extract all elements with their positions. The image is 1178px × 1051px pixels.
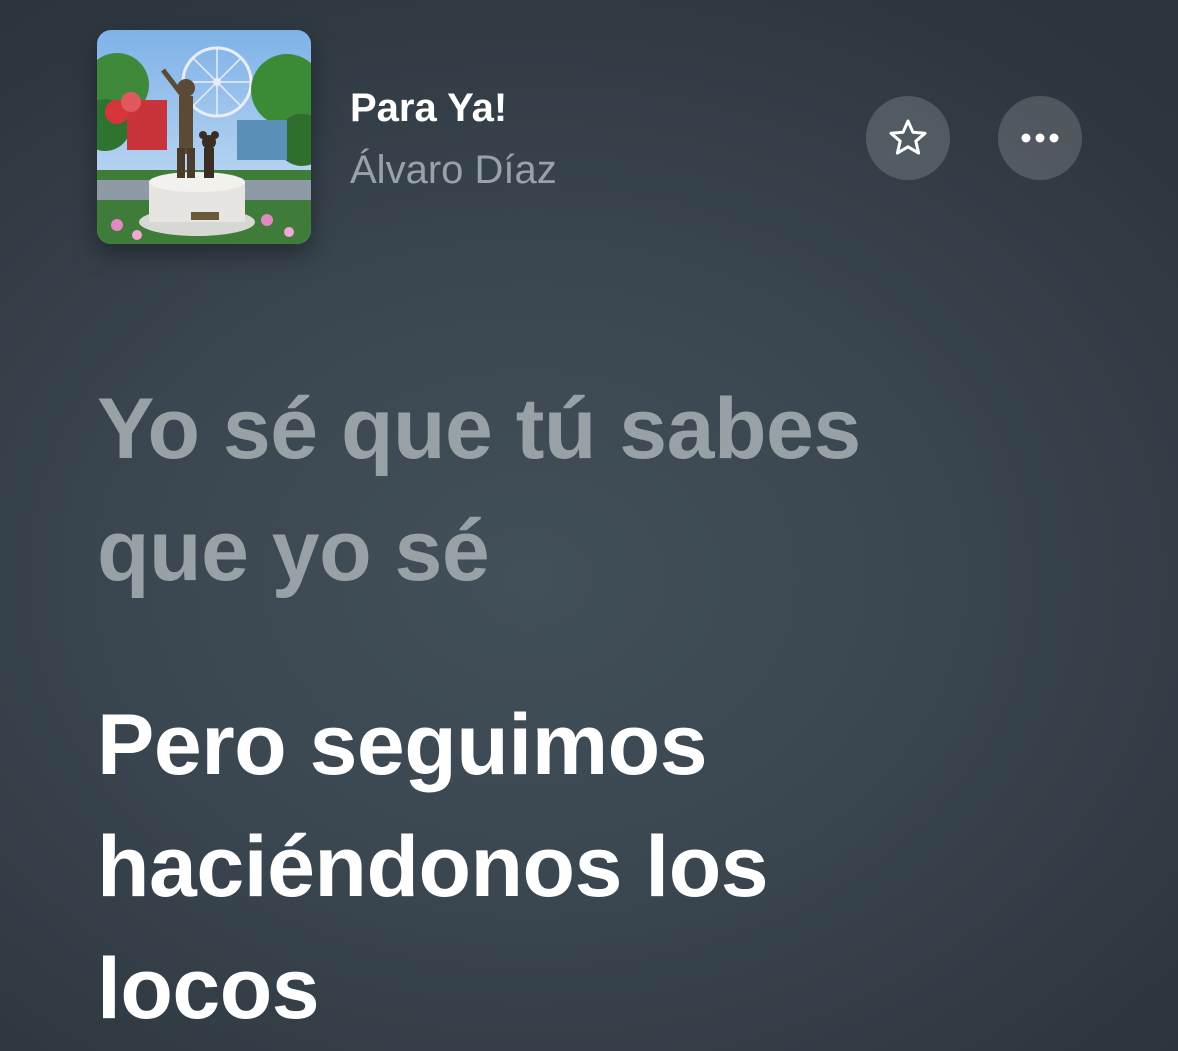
star-outline-icon (889, 119, 927, 155)
track-title[interactable]: Para Ya! (350, 86, 507, 131)
album-artwork[interactable] (97, 30, 311, 244)
ellipsis-icon (1021, 133, 1059, 143)
lyrics-view[interactable]: Yo sé que tú sabes que yo sé Pero seguim… (97, 368, 1137, 1050)
track-artist[interactable]: Álvaro Díaz (350, 148, 557, 193)
lyric-line-previous[interactable]: Yo sé que tú sabes que yo sé (97, 368, 1137, 612)
lyric-text: locos (97, 941, 320, 1037)
lyric-text: que yo sé (97, 503, 490, 599)
lyric-line-current[interactable]: Pero seguimos haciéndonos los locos (97, 684, 1137, 1050)
lyric-text: Yo sé que tú sabes (97, 381, 861, 477)
album-artwork-image (97, 30, 311, 244)
lyric-text: Pero seguimos (97, 697, 708, 793)
lyric-text: haciéndonos los (97, 819, 769, 915)
favorite-button[interactable] (866, 96, 950, 180)
more-options-button[interactable] (998, 96, 1082, 180)
now-playing-header: Para Ya! Álvaro Díaz (0, 0, 1178, 260)
